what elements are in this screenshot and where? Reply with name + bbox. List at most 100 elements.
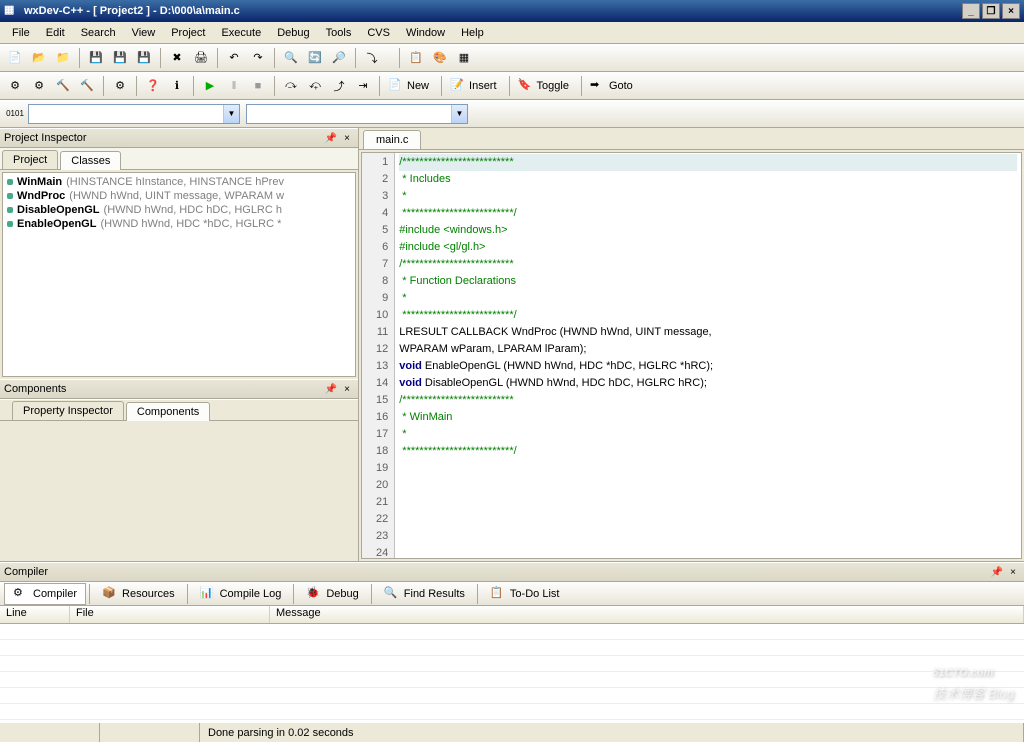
components-body xyxy=(0,421,358,561)
inspector-tabs: ProjectClasses xyxy=(0,148,358,170)
tab-project[interactable]: Project xyxy=(2,150,58,169)
menu-project[interactable]: Project xyxy=(163,25,213,41)
tab-compiler[interactable]: ⚙Compiler xyxy=(4,583,86,605)
code-editor[interactable]: 123456789101112131415161718192021222324 … xyxy=(361,152,1022,559)
menu-help[interactable]: Help xyxy=(453,25,492,41)
run-icon[interactable]: ▶ xyxy=(199,75,221,97)
menu-debug[interactable]: Debug xyxy=(269,25,317,41)
binary-icon[interactable]: 0101 xyxy=(4,103,26,125)
menu-window[interactable]: Window xyxy=(398,25,453,41)
tab-to-do-list[interactable]: 📋To-Do List xyxy=(481,583,569,605)
find-next-icon[interactable]: 🔎 xyxy=(328,47,350,69)
replace-icon[interactable]: 🔄 xyxy=(304,47,326,69)
tree-item[interactable]: EnableOpenGL (HWND hWnd, HDC *hDC, HGLRC… xyxy=(5,217,353,231)
rebuild-all-icon[interactable]: 🔨 xyxy=(76,75,98,97)
find-results-icon: 🔍 xyxy=(384,586,400,602)
save-all-icon[interactable]: 💾 xyxy=(109,47,131,69)
menu-file[interactable]: File xyxy=(4,25,38,41)
to-do-list-icon: 📋 xyxy=(490,586,506,602)
redo-icon[interactable]: ↷ xyxy=(247,47,269,69)
col-line[interactable]: Line xyxy=(0,606,70,623)
menu-edit[interactable]: Edit xyxy=(38,25,73,41)
col-message[interactable]: Message xyxy=(270,606,1024,623)
folder-icon[interactable]: 📁 xyxy=(52,47,74,69)
menu-cvs[interactable]: CVS xyxy=(359,25,398,41)
compiler-title: Compiler xyxy=(4,566,48,578)
components-title: Components xyxy=(4,383,66,395)
print-icon[interactable]: 🖨 xyxy=(190,47,212,69)
pin-icon[interactable]: 📌 xyxy=(990,565,1004,579)
stop-icon[interactable]: ■ xyxy=(247,75,269,97)
pin-icon[interactable]: 📌 xyxy=(324,382,338,396)
menu-execute[interactable]: Execute xyxy=(213,25,269,41)
designer-icon[interactable]: 🎨 xyxy=(429,47,451,69)
tree-item[interactable]: WndProc (HWND hWnd, UINT message, WPARAM… xyxy=(5,189,353,203)
minimize-button[interactable]: _ xyxy=(962,3,980,19)
compile-icon[interactable]: ⚙ xyxy=(4,75,26,97)
panel-close-icon[interactable]: × xyxy=(340,382,354,396)
statusbar: Done parsing in 0.02 seconds xyxy=(0,722,1024,742)
rebuild-icon[interactable]: 🔨 xyxy=(52,75,74,97)
tab-components[interactable]: Components xyxy=(126,402,210,421)
tab-resources[interactable]: 📦Resources xyxy=(93,583,184,605)
new-form-icon[interactable]: 📋 xyxy=(405,47,427,69)
function-icon xyxy=(7,207,13,213)
tab-classes[interactable]: Classes xyxy=(60,151,121,170)
titlebar: ▦ wxDev-C++ - [ Project2 ] - D:\000\a\ma… xyxy=(0,0,1024,22)
help-icon[interactable]: ❓ xyxy=(142,75,164,97)
tree-item[interactable]: WinMain (HINSTANCE hInstance, HINSTANCE … xyxy=(5,175,353,189)
tab-main-c[interactable]: main.c xyxy=(363,130,421,149)
undo-icon[interactable]: ↶ xyxy=(223,47,245,69)
find-icon[interactable]: 🔍 xyxy=(280,47,302,69)
close-button[interactable]: × xyxy=(1002,3,1020,19)
col-file[interactable]: File xyxy=(70,606,270,623)
menu-tools[interactable]: Tools xyxy=(318,25,360,41)
status-cell-1 xyxy=(0,723,100,742)
tree-item[interactable]: DisableOpenGL (HWND hWnd, HDC hDC, HGLRC… xyxy=(5,203,353,217)
run-to-cursor-icon[interactable]: ⇥ xyxy=(352,75,374,97)
open-icon[interactable]: 📂 xyxy=(28,47,50,69)
goto-line-icon[interactable]: ⤵ xyxy=(361,47,383,69)
tab-debug[interactable]: 🐞Debug xyxy=(297,583,367,605)
function-icon xyxy=(7,179,13,185)
status-cell-2 xyxy=(100,723,200,742)
panel-close-icon[interactable]: × xyxy=(1006,565,1020,579)
inspector-header: Project Inspector 📌 × xyxy=(0,128,358,148)
tab-find-results[interactable]: 🔍Find Results xyxy=(375,583,474,605)
function-icon xyxy=(7,193,13,199)
grid-body xyxy=(0,624,1024,722)
app-icon: ▦ xyxy=(4,3,20,19)
menu-view[interactable]: View xyxy=(124,25,164,41)
compile-log-icon: 📊 xyxy=(200,586,216,602)
pause-icon[interactable]: ‖ xyxy=(223,75,245,97)
class-combo[interactable]: ▼ xyxy=(28,104,240,124)
menubar: FileEditSearchViewProjectExecuteDebugToo… xyxy=(0,22,1024,44)
close-file-icon[interactable]: ✖ xyxy=(166,47,188,69)
step-over-icon[interactable]: ⤼ xyxy=(280,75,302,97)
resources-icon: 📦 xyxy=(102,586,118,602)
pin-icon[interactable]: 📌 xyxy=(324,131,338,145)
member-combo[interactable]: ▼ xyxy=(246,104,468,124)
compiler-grid[interactable]: Line File Message xyxy=(0,606,1024,722)
new-file-icon[interactable]: 📄 xyxy=(4,47,26,69)
about-icon[interactable]: ℹ xyxy=(166,75,188,97)
insert-button[interactable]: 📝Insert xyxy=(447,75,504,97)
step-into-icon[interactable]: ⤽ xyxy=(304,75,326,97)
tab-compile-log[interactable]: 📊Compile Log xyxy=(191,583,291,605)
options-icon[interactable]: ⚙ xyxy=(109,75,131,97)
goto-button[interactable]: ➡Goto xyxy=(587,75,640,97)
new-button[interactable]: 📄New xyxy=(385,75,436,97)
step-out-icon[interactable]: ⤴ xyxy=(328,75,350,97)
code-lines[interactable]: /************************** * Includes *… xyxy=(395,153,1021,558)
toggle-button[interactable]: 🔖Toggle xyxy=(515,75,576,97)
restore-button[interactable]: ❐ xyxy=(982,3,1000,19)
save-icon[interactable]: 💾 xyxy=(85,47,107,69)
class-tree[interactable]: WinMain (HINSTANCE hInstance, HINSTANCE … xyxy=(2,172,356,377)
grid-icon[interactable]: ▦ xyxy=(453,47,475,69)
compile-run-icon[interactable]: ⚙ xyxy=(28,75,50,97)
menu-search[interactable]: Search xyxy=(73,25,124,41)
tab-property-inspector[interactable]: Property Inspector xyxy=(12,401,124,420)
components-header: Components 📌 × xyxy=(0,379,358,399)
save-project-icon[interactable]: 💾 xyxy=(133,47,155,69)
panel-close-icon[interactable]: × xyxy=(340,131,354,145)
